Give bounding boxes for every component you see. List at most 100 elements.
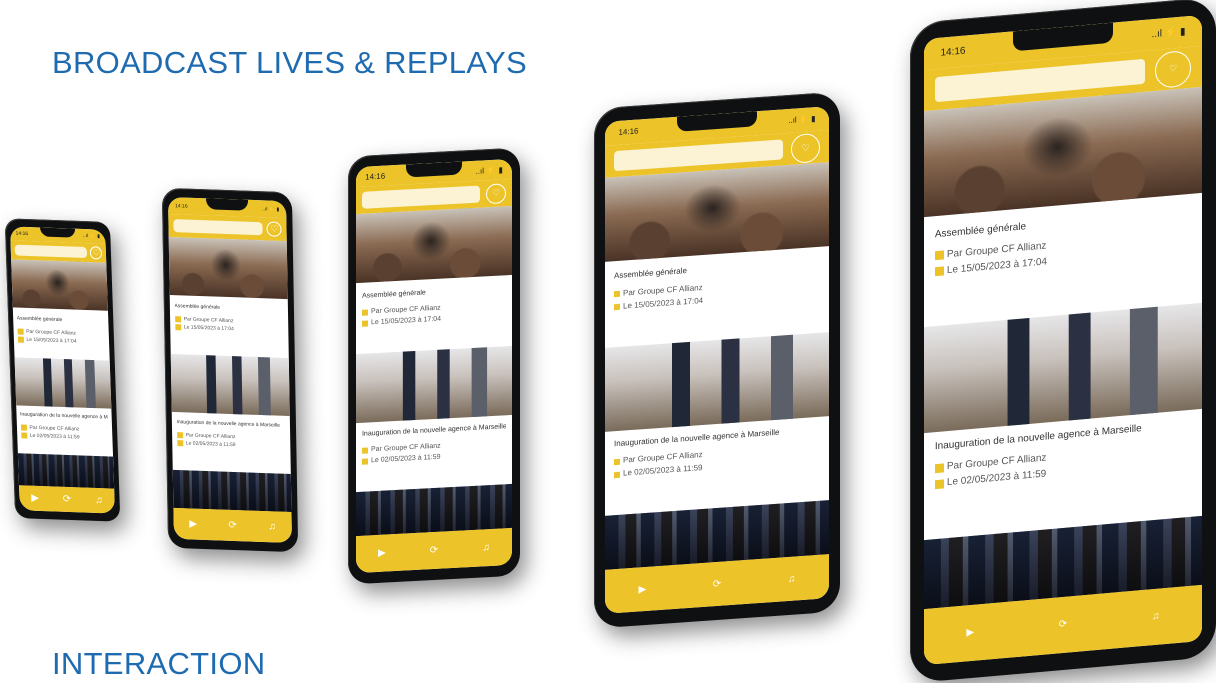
event-photo-inauguration[interactable] bbox=[14, 356, 112, 409]
card-date: Le 15/05/2023 à 17:04 bbox=[26, 336, 77, 345]
event-card[interactable]: Inauguration de la nouvelle agence à Mar… bbox=[16, 407, 113, 456]
calendar-icon bbox=[934, 479, 944, 490]
heart-icon[interactable]: ♡ bbox=[791, 132, 820, 164]
author-icon bbox=[176, 432, 183, 439]
card-meta: Le 02/05/2023 à 11:59 bbox=[20, 432, 109, 443]
search-input[interactable] bbox=[172, 218, 263, 236]
author-icon bbox=[20, 424, 27, 432]
event-photo-assembly[interactable] bbox=[10, 258, 109, 311]
calendar-icon bbox=[176, 440, 183, 447]
author-icon bbox=[934, 250, 944, 261]
calendar-icon bbox=[361, 458, 368, 465]
author-icon bbox=[17, 328, 24, 335]
card-date: Le 02/05/2023 à 11:59 bbox=[370, 453, 441, 465]
bottom-nav: ▶ ⟳ ♫ bbox=[18, 484, 116, 514]
author-icon bbox=[934, 463, 944, 474]
card-meta: Le 15/05/2023 à 17:04 bbox=[17, 335, 105, 346]
phone-screen: 14:16 ..ıl ⚡ ▮ ♡ Assemblée générale Par Gr… bbox=[9, 226, 116, 514]
bell-icon[interactable]: ♫ bbox=[776, 572, 807, 585]
bottom-nav: ▶ ⟳ ♫ bbox=[355, 528, 513, 573]
phone-mockup-1: 14:16 ..ıl ⚡ ▮ ♡ Assemblée générale Par Gr… bbox=[4, 218, 121, 522]
play-icon[interactable]: ▶ bbox=[185, 518, 202, 530]
play-icon[interactable]: ▶ bbox=[371, 547, 393, 559]
heart-icon[interactable]: ♡ bbox=[485, 182, 507, 204]
refresh-icon[interactable]: ⟳ bbox=[60, 494, 74, 505]
play-icon[interactable]: ▶ bbox=[951, 626, 990, 640]
status-time: 14:16 bbox=[15, 230, 29, 237]
status-time: 14:16 bbox=[618, 126, 639, 138]
calendar-icon bbox=[614, 303, 621, 311]
event-card[interactable]: Inauguration de la nouvelle agence à Mar… bbox=[356, 417, 513, 490]
author-icon bbox=[614, 458, 621, 465]
status-icons: ..ıl ⚡ ▮ bbox=[788, 114, 816, 126]
bell-icon[interactable]: ♫ bbox=[1136, 609, 1175, 623]
phone-mockup-3: 14:16 ..ıl ⚡ ▮ ♡ Assemblée générale Par Gr… bbox=[348, 147, 520, 585]
phone-mockup-2: 14:16 ..ıl ⚡ ▮ ♡ Assemblée générale Par Gr… bbox=[161, 187, 299, 553]
card-date: Le 15/05/2023 à 17:04 bbox=[370, 315, 442, 327]
card-title: Inauguration de la nouvelle agence à Mar… bbox=[19, 411, 109, 422]
status-time: 14:16 bbox=[175, 203, 188, 210]
event-photo-inauguration[interactable] bbox=[605, 332, 829, 432]
event-photo-inauguration[interactable] bbox=[923, 302, 1203, 434]
event-card[interactable]: Assemblée générale Par Groupe CF Allianz L… bbox=[356, 279, 513, 352]
refresh-icon[interactable]: ⟳ bbox=[423, 545, 445, 557]
card-date: Le 15/05/2023 à 17:04 bbox=[183, 324, 234, 333]
refresh-icon[interactable]: ⟳ bbox=[701, 578, 732, 591]
card-title: Inauguration de la nouvelle agence à Mar… bbox=[176, 419, 281, 429]
phone-screen: 14:16 ..ıl ⚡ ▮ ♡ Assemblée générale Par Gr… bbox=[167, 197, 293, 543]
play-icon[interactable]: ▶ bbox=[28, 492, 42, 504]
status-icons: ..ıl ⚡ ▮ bbox=[82, 232, 101, 240]
bell-icon[interactable]: ♫ bbox=[92, 495, 106, 506]
play-icon[interactable]: ▶ bbox=[627, 583, 658, 596]
phone-screen: 14:16 ..ıl ⚡ ▮ ♡ Assemblée générale Par Gr… bbox=[355, 159, 513, 573]
search-input[interactable] bbox=[14, 244, 87, 259]
event-photo-crowd[interactable] bbox=[17, 453, 115, 489]
refresh-icon[interactable]: ⟳ bbox=[1043, 617, 1082, 631]
phone-screen: 14:16 ..ıl ⚡ ▮ ♡ Assemblée générale Par Gr… bbox=[605, 105, 829, 615]
search-input[interactable] bbox=[361, 186, 481, 209]
event-photo-assembly[interactable] bbox=[168, 236, 288, 299]
event-photo-crowd[interactable] bbox=[172, 470, 292, 512]
phone-screen: 14:16 ..ıl ⚡ ▮ ♡ Assemblée générale Par Gr… bbox=[923, 14, 1203, 666]
bell-icon[interactable]: ♫ bbox=[475, 542, 497, 554]
event-card[interactable]: Inauguration de la nouvelle agence à Mar… bbox=[172, 414, 291, 473]
status-time: 14:16 bbox=[940, 45, 966, 60]
event-photo-assembly[interactable] bbox=[605, 162, 829, 262]
calendar-icon bbox=[934, 266, 944, 277]
event-card[interactable]: Assemblée générale Par Groupe CF Allianz L… bbox=[170, 298, 289, 357]
author-icon bbox=[174, 316, 181, 323]
card-title: Assemblée générale bbox=[174, 303, 221, 311]
author-icon bbox=[614, 290, 621, 298]
calendar-icon bbox=[614, 471, 621, 478]
refresh-icon[interactable]: ⟳ bbox=[224, 519, 241, 531]
author-icon bbox=[361, 309, 368, 316]
calendar-icon bbox=[17, 336, 24, 343]
author-icon bbox=[361, 447, 368, 454]
phone-mockup-4: 14:16 ..ıl ⚡ ▮ ♡ Assemblée générale Par Gr… bbox=[594, 91, 840, 629]
event-card[interactable]: Assemblée générale Par Groupe CF Allianz L… bbox=[13, 310, 110, 359]
status-icons: ..ıl ⚡ ▮ bbox=[1151, 26, 1186, 41]
card-date: Le 02/05/2023 à 11:59 bbox=[29, 433, 80, 441]
card-title: Inauguration de la nouvelle agence à Mar… bbox=[361, 422, 507, 438]
card-title: Assemblée générale bbox=[16, 315, 63, 323]
heart-icon[interactable]: ♡ bbox=[1155, 49, 1192, 89]
bottom-nav: ▶ ⟳ ♫ bbox=[173, 507, 293, 543]
status-icons: ..ıl ⚡ ▮ bbox=[262, 206, 280, 213]
card-date: Le 02/05/2023 à 11:59 bbox=[185, 440, 236, 449]
event-photo-inauguration[interactable] bbox=[170, 354, 290, 417]
event-card[interactable]: Assemblée générale Par Groupe CF Allianz L… bbox=[924, 200, 1202, 324]
bell-icon[interactable]: ♫ bbox=[264, 521, 281, 533]
status-time: 14:16 bbox=[365, 171, 386, 182]
card-title: Assemblée générale bbox=[361, 289, 426, 300]
heart-icon[interactable]: ♡ bbox=[266, 221, 283, 238]
phone-mockup-5: 14:16 ..ıl ⚡ ▮ ♡ Assemblée générale Par Gr… bbox=[910, 0, 1216, 683]
event-card[interactable]: Assemblée générale Par Groupe CF Allianz L… bbox=[605, 251, 829, 346]
calendar-icon bbox=[174, 324, 181, 331]
event-photo-assembly[interactable] bbox=[355, 205, 513, 283]
event-card[interactable]: Inauguration de la nouvelle agence à Mar… bbox=[605, 419, 829, 514]
event-card[interactable]: Inauguration de la nouvelle agence à Mar… bbox=[924, 412, 1202, 536]
section-heading-broadcast: BROADCAST LIVES & REPLAYS bbox=[52, 45, 527, 80]
calendar-icon bbox=[20, 432, 27, 440]
heart-icon[interactable]: ♡ bbox=[89, 245, 103, 260]
event-photo-inauguration[interactable] bbox=[355, 345, 513, 423]
